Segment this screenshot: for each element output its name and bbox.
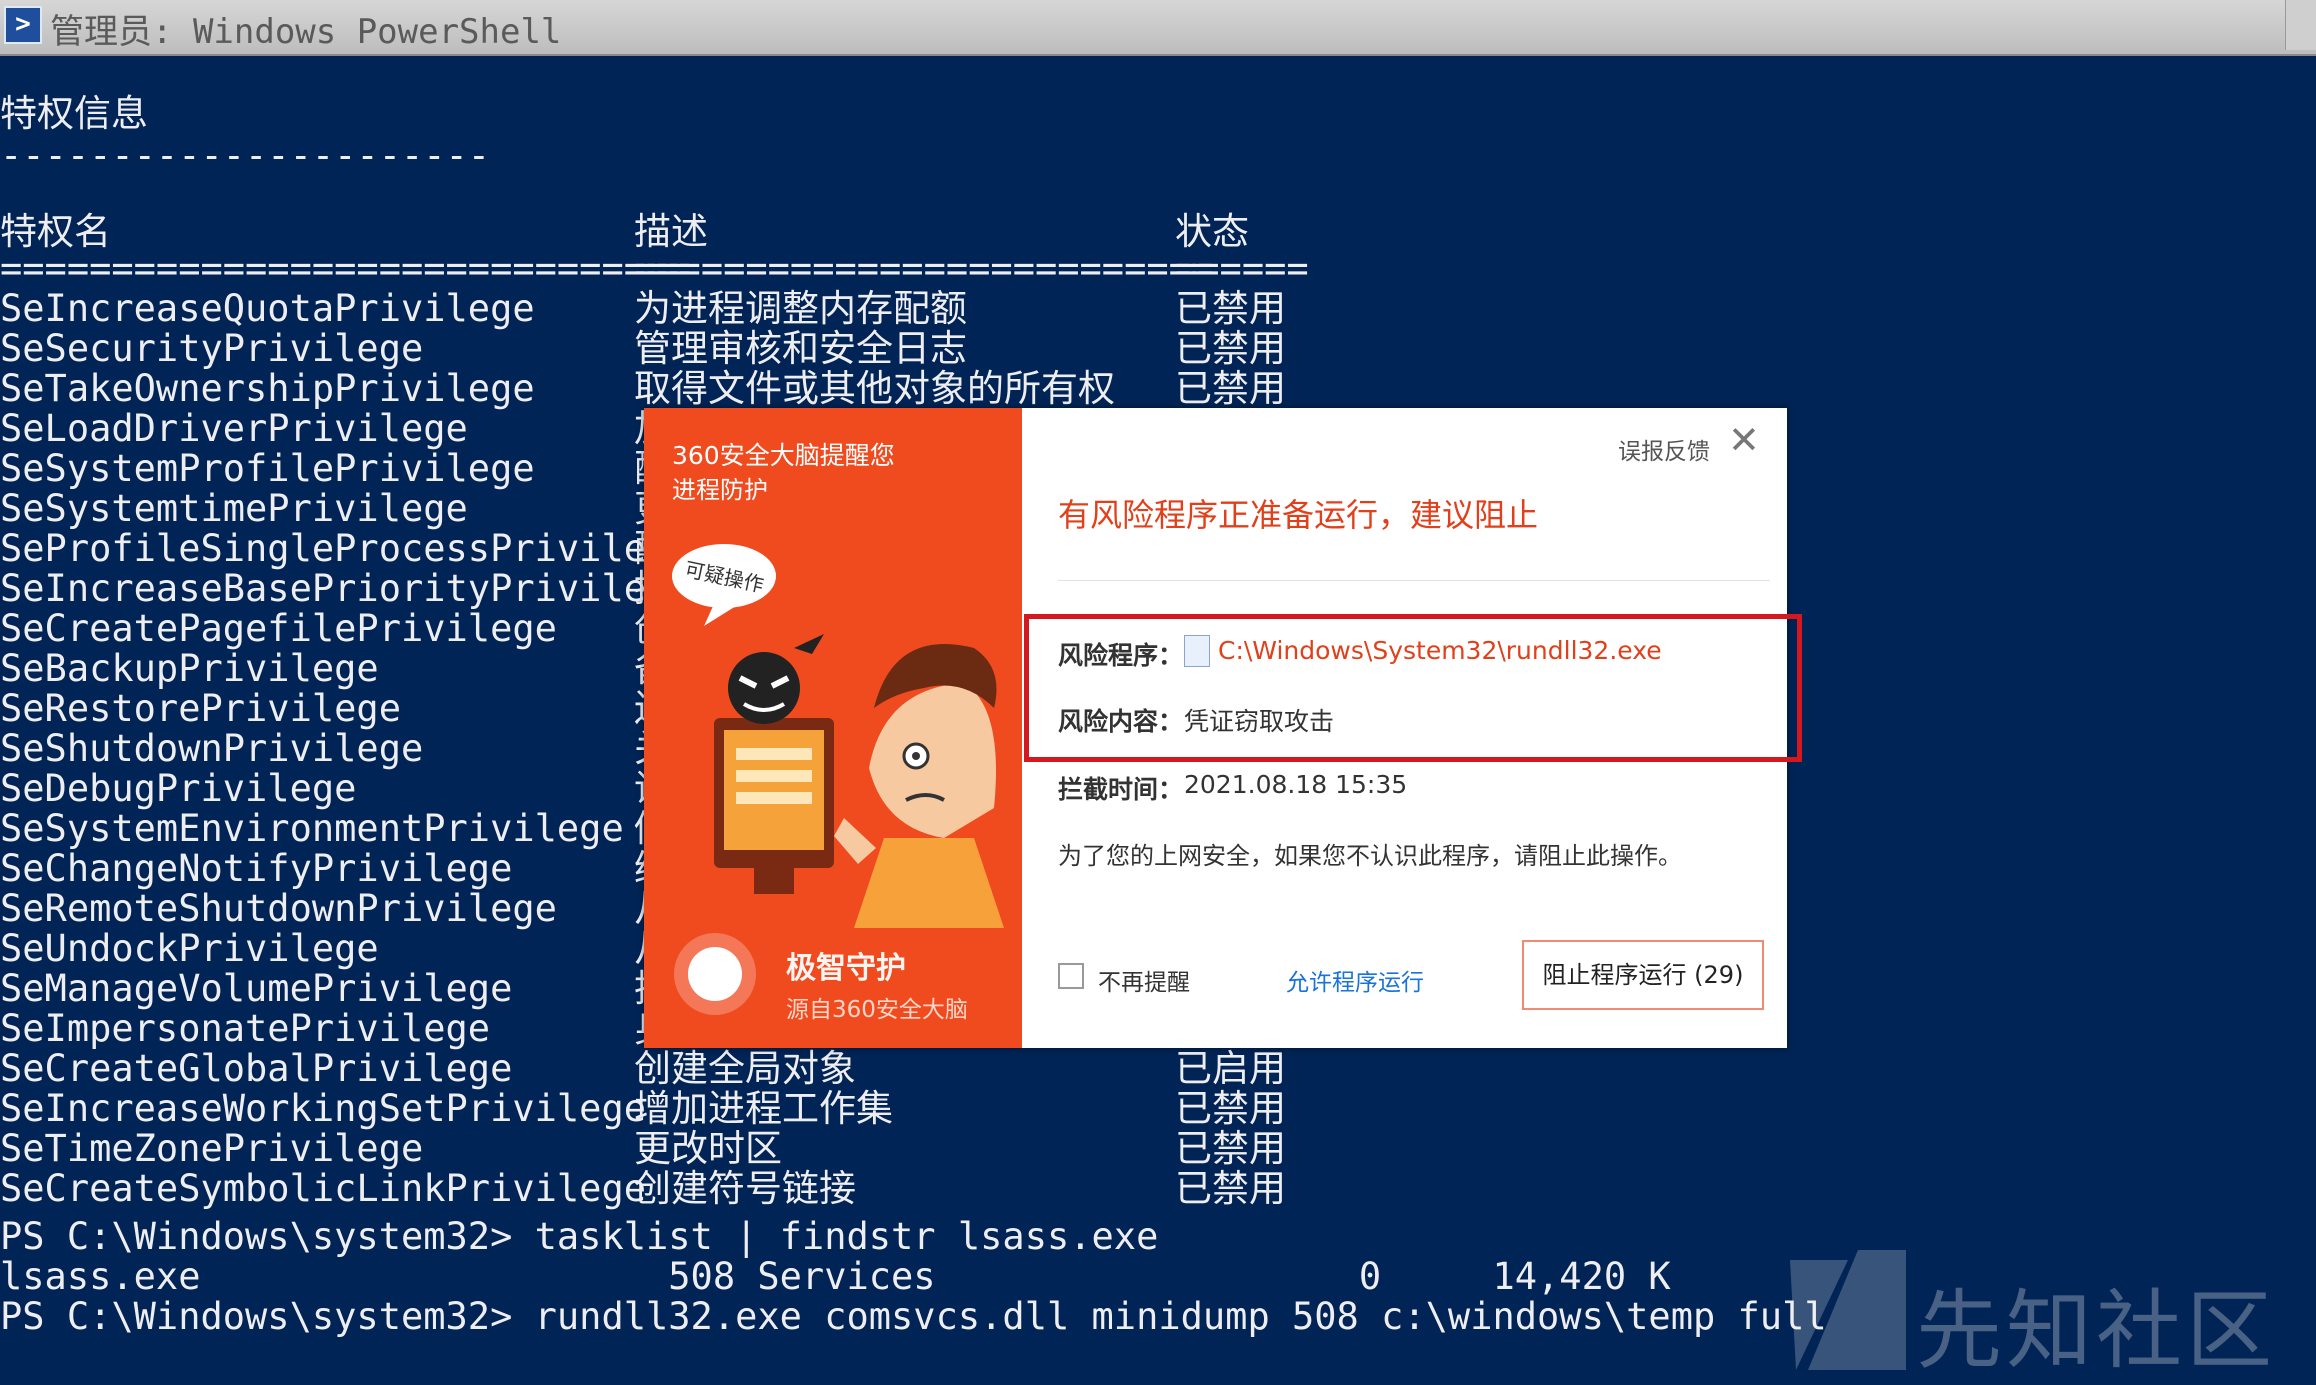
privilege-name-cell: SeSecurityPrivilege	[0, 327, 424, 370]
alert-headline: 有风险程序正准备运行，建议阻止	[1058, 496, 1539, 534]
privilege-name-cell: SeIncreaseWorkingSetPrivilege	[0, 1087, 647, 1130]
header-rule-desc: ==========================	[634, 247, 1214, 290]
security-alert-dialog: 360安全大脑提醒您 进程防护 可疑操作 极智守护 源自360安全大脑 误报反馈…	[644, 408, 1802, 1048]
watermark-logo-icon	[1790, 1250, 1906, 1370]
privilege-state-cell: 已启用	[1175, 1047, 1286, 1090]
privilege-desc-cell: 创建全局对象	[634, 1047, 856, 1090]
false-positive-feedback-link[interactable]: 误报反馈	[1618, 432, 1710, 466]
privilege-name-cell: SeDebugPrivilege	[0, 767, 357, 810]
window-control-button[interactable]	[2285, 0, 2316, 50]
privilege-name-cell: SeCreateSymbolicLinkPrivilege	[0, 1167, 647, 1210]
guard-title: 极智守护	[786, 951, 906, 986]
header-name: 特权名	[0, 210, 111, 253]
privilege-name-cell: SeShutdownPrivilege	[0, 727, 424, 770]
watermark: 先知社区	[1788, 1250, 2308, 1381]
privilege-desc-cell: 取得文件或其他对象的所有权	[634, 367, 1115, 410]
command-line: PS C:\Windows\system32> rundll32.exe com…	[0, 1295, 1827, 1338]
block-program-button[interactable]: 阻止程序运行 (29)	[1522, 940, 1764, 1010]
privilege-state-cell: 已禁用	[1175, 327, 1286, 370]
window-titlebar[interactable]: > 管理员: Windows PowerShell	[0, 0, 2316, 56]
header-state: 状态	[1175, 210, 1249, 253]
no-remind-checkbox[interactable]	[1058, 963, 1084, 989]
privilege-name-cell: SeTimeZonePrivilege	[0, 1127, 424, 1170]
watermark-text: 先知社区	[1916, 1281, 2276, 1381]
header-rule-name: ===============================	[0, 247, 691, 290]
privilege-state-cell: 已禁用	[1175, 1127, 1286, 1170]
file-icon	[1184, 635, 1210, 667]
privilege-name-cell: SeBackupPrivilege	[0, 647, 379, 690]
privilege-name-cell: SeCreatePagefilePrivilege	[0, 607, 557, 650]
shield-icon	[674, 933, 756, 1015]
privilege-name-cell: SeSystemProfilePrivilege	[0, 447, 535, 490]
window-title: 管理员: Windows PowerShell	[50, 12, 562, 52]
privilege-name-cell: SeIncreaseBasePriorityPrivilege	[0, 567, 691, 610]
privilege-name-cell: SeUndockPrivilege	[0, 927, 379, 970]
privilege-desc-cell: 增加进程工作集	[634, 1087, 893, 1130]
risk-content-value: 凭证窃取攻击	[1184, 707, 1335, 736]
alert-content: 误报反馈 ✕ 有风险程序正准备运行，建议阻止 风险程序： C:\Windows\…	[1022, 408, 1802, 1048]
privilege-state-cell: 已禁用	[1175, 287, 1286, 330]
privilege-state-cell: 已禁用	[1175, 367, 1286, 410]
privilege-name-cell: SeSystemEnvironmentPrivilege	[0, 807, 624, 850]
privilege-desc-cell: 为进程调整内存配额	[634, 287, 967, 330]
brand-text: 360安全大脑提醒您	[672, 441, 895, 470]
no-remind-label[interactable]: 不再提醒	[1098, 963, 1190, 997]
privilege-name-cell: SeSystemtimePrivilege	[0, 487, 468, 530]
intercept-time-label: 拦截时间：	[1058, 775, 1184, 804]
privilege-state-cell: 已禁用	[1175, 1087, 1286, 1130]
module-name: 进程防护	[672, 476, 768, 504]
guard-source: 源自360安全大脑	[786, 997, 968, 1023]
close-icon[interactable]: ✕	[1728, 420, 1760, 460]
section-title: 特权信息	[0, 92, 148, 135]
allow-program-link[interactable]: 允许程序运行	[1286, 963, 1424, 997]
privilege-name-cell: SeProfileSingleProcessPrivilege	[0, 527, 691, 570]
privilege-name-cell: SeLoadDriverPrivilege	[0, 407, 468, 450]
privilege-name-cell: SeIncreaseQuotaPrivilege	[0, 287, 535, 330]
privilege-state-cell: 已禁用	[1175, 1167, 1286, 1210]
risk-program-path: C:\Windows\System32\rundll32.exe	[1218, 636, 1662, 665]
privilege-name-cell: SeImpersonatePrivilege	[0, 1007, 491, 1050]
intercept-time-value: 2021.08.18 15:35	[1184, 770, 1408, 799]
command-line: PS C:\Windows\system32> tasklist | finds…	[0, 1215, 1159, 1258]
privilege-name-cell: SeRestorePrivilege	[0, 687, 401, 730]
alert-side-panel: 360安全大脑提醒您 进程防护 可疑操作 极智守护 源自360安全大脑	[644, 408, 1022, 1048]
privilege-desc-cell: 创建符号链接	[634, 1167, 856, 1210]
privilege-name-cell: SeRemoteShutdownPrivilege	[0, 887, 557, 930]
header-rule-state: ======	[1175, 247, 1309, 290]
risk-program-label: 风险程序：	[1058, 641, 1184, 670]
risk-content-label: 风险内容：	[1058, 707, 1184, 736]
divider	[1058, 580, 1770, 581]
header-desc: 描述	[634, 210, 708, 253]
privilege-desc-cell: 更改时区	[634, 1127, 782, 1170]
hacker-illustration-icon: 可疑操作	[672, 544, 1004, 928]
advice-text: 为了您的上网安全，如果您不认识此程序，请阻止此操作。	[1058, 842, 1682, 870]
privilege-name-cell: SeTakeOwnershipPrivilege	[0, 367, 535, 410]
section-rule: ----------------------	[0, 134, 491, 177]
privilege-name-cell: SeManageVolumePrivilege	[0, 967, 513, 1010]
privilege-name-cell: SeChangeNotifyPrivilege	[0, 847, 513, 890]
powershell-icon: >	[4, 6, 42, 44]
tasklist-output: lsass.exe 508 Services 0 14,420 K	[0, 1255, 1671, 1298]
privilege-name-cell: SeCreateGlobalPrivilege	[0, 1047, 513, 1090]
privilege-desc-cell: 管理审核和安全日志	[634, 327, 967, 370]
